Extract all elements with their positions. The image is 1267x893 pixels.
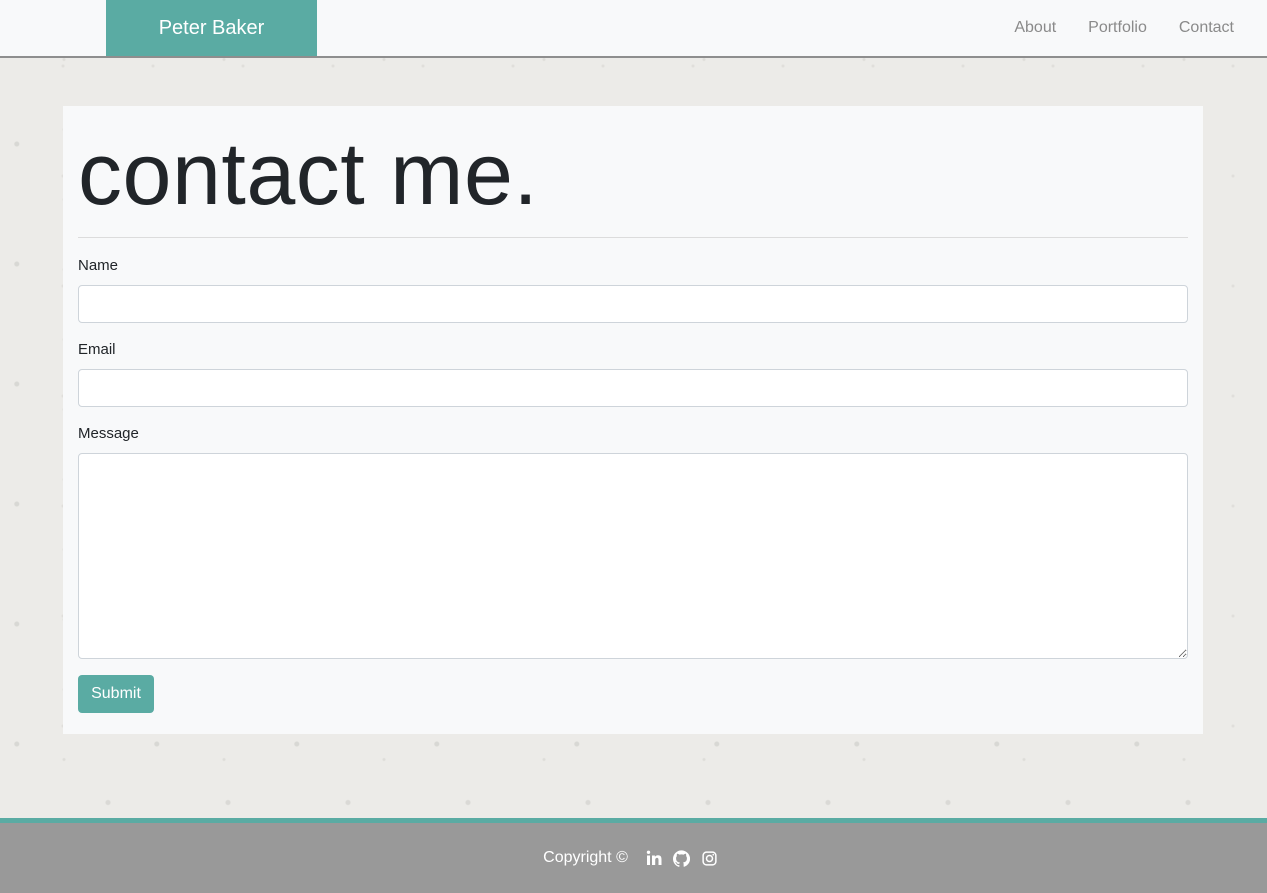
submit-button[interactable]: Submit bbox=[78, 675, 154, 713]
email-label: Email bbox=[78, 341, 116, 358]
nav-link-about[interactable]: About bbox=[1014, 19, 1056, 37]
nav-link-portfolio[interactable]: Portfolio bbox=[1088, 19, 1147, 37]
navbar: Peter Baker About Portfolio Contact bbox=[0, 0, 1267, 58]
github-icon[interactable] bbox=[673, 849, 691, 867]
message-group: Message bbox=[78, 425, 1188, 659]
instagram-icon[interactable] bbox=[701, 849, 719, 867]
name-input[interactable] bbox=[78, 285, 1188, 323]
name-label: Name bbox=[78, 257, 119, 274]
email-group: Email bbox=[78, 341, 1188, 407]
email-input[interactable] bbox=[78, 369, 1188, 407]
nav-link-contact[interactable]: Contact bbox=[1179, 19, 1234, 37]
title-divider bbox=[78, 237, 1188, 238]
message-label: Message bbox=[78, 425, 139, 442]
name-group: Name bbox=[78, 257, 1188, 323]
footer: Copyright © bbox=[0, 818, 1267, 893]
linkedin-icon[interactable] bbox=[645, 849, 663, 867]
brand-link[interactable]: Peter Baker bbox=[106, 0, 317, 56]
copyright-text: Copyright © bbox=[543, 849, 628, 866]
page-title: contact me. bbox=[78, 124, 539, 223]
nav-links: About Portfolio Contact bbox=[982, 0, 1234, 56]
message-textarea[interactable] bbox=[78, 453, 1188, 659]
contact-card: contact me. Name Email Message Submit bbox=[63, 106, 1203, 734]
contact-form: Name Email Message Submit bbox=[78, 257, 1188, 713]
